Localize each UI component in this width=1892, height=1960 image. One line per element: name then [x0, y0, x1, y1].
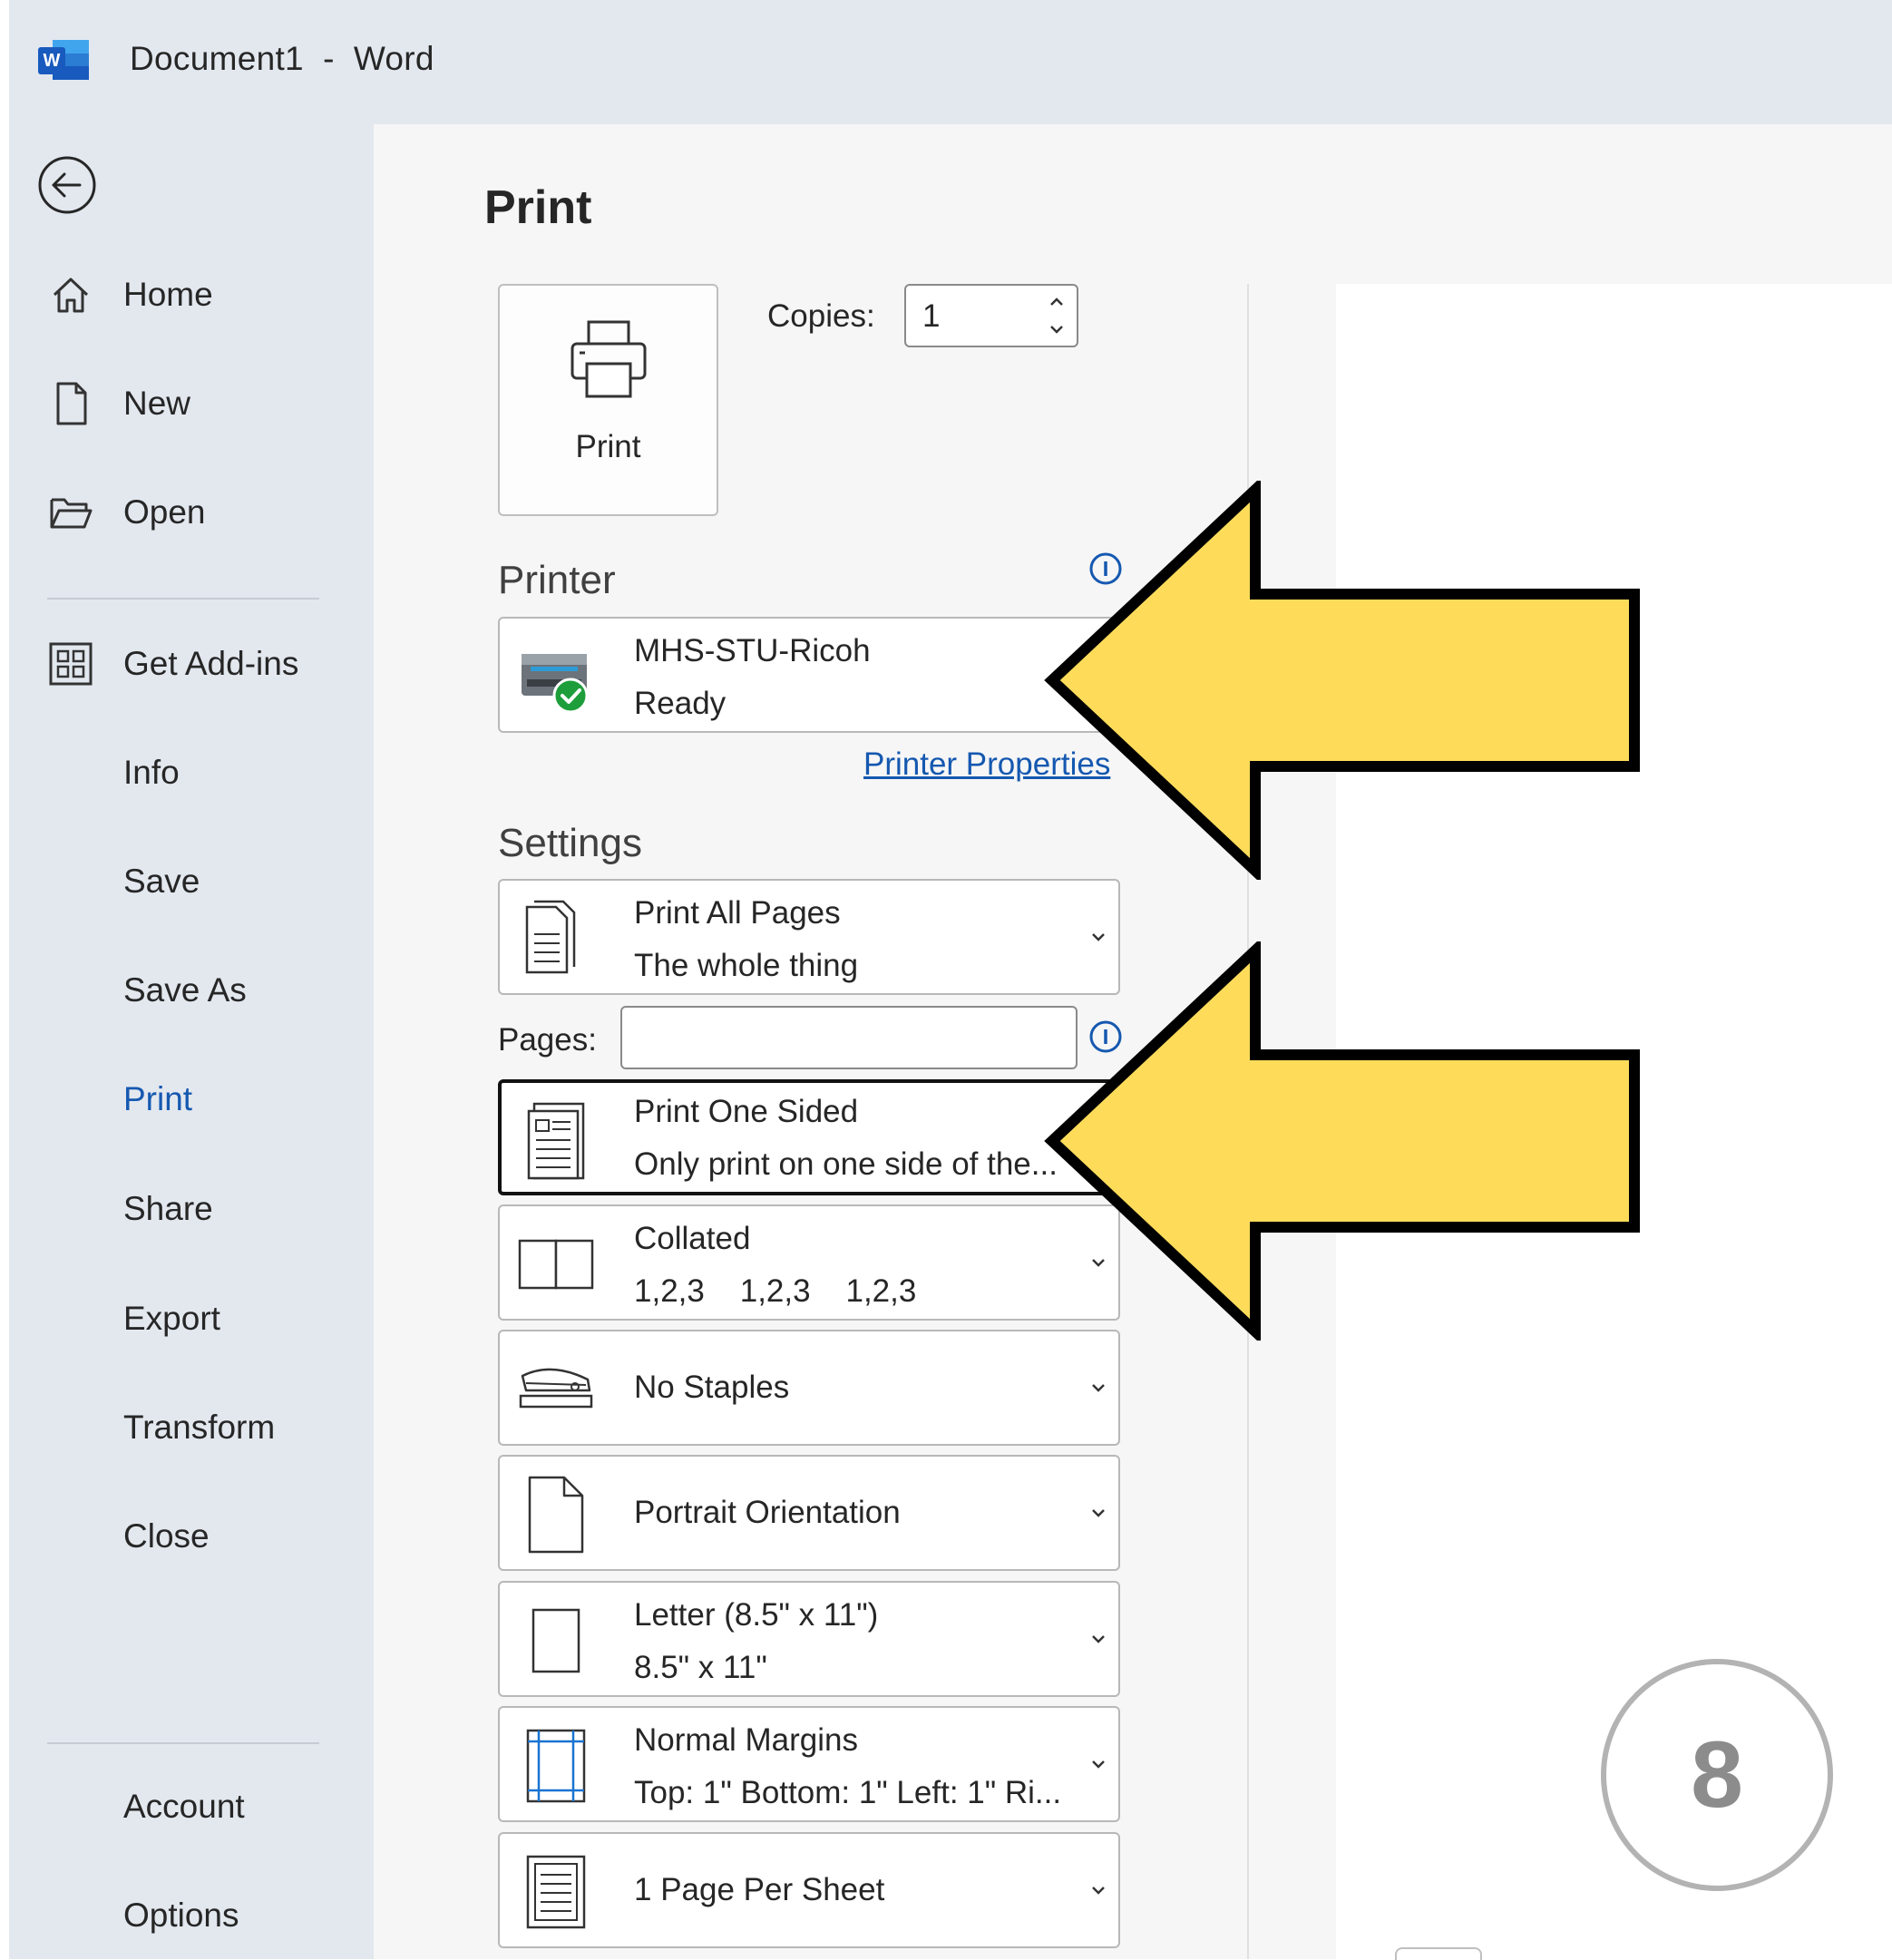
nav-account[interactable]: Account — [45, 1775, 354, 1838]
step-number-badge: 8 — [1601, 1659, 1833, 1891]
nav-share-label: Share — [123, 1190, 213, 1227]
collation-main: Collated — [634, 1221, 751, 1256]
print-button-label: Print — [575, 429, 641, 464]
copies-stepper[interactable]: 1 — [904, 284, 1078, 347]
folder-open-icon — [45, 487, 96, 538]
copies-label: Copies: — [767, 298, 875, 334]
title-bar: W Document1 - Word — [9, 0, 1892, 124]
nav-transform-label: Transform — [123, 1409, 276, 1446]
chevron-down-icon — [1092, 1635, 1105, 1643]
printer-dropdown[interactable]: MHS-STU-Ricoh Ready — [498, 617, 1120, 733]
nav-save-label: Save — [123, 863, 200, 900]
portrait-icon — [511, 1469, 601, 1560]
collation-dropdown[interactable]: Collated 1,2,3 1,2,3 1,2,3 — [498, 1204, 1120, 1321]
print-button[interactable]: Print — [498, 284, 718, 516]
nav-get-add-ins-label: Get Add-ins — [123, 645, 299, 682]
collated-icon — [511, 1219, 601, 1310]
pages-per-sheet-dropdown[interactable]: 1 Page Per Sheet — [498, 1832, 1120, 1948]
nav-open[interactable]: Open — [45, 481, 354, 544]
paper-size-icon — [511, 1595, 601, 1686]
nav-new[interactable]: New — [45, 372, 354, 435]
printer-name: MHS-STU-Ricoh — [634, 633, 871, 668]
svg-text:W: W — [44, 51, 61, 71]
orientation-dropdown[interactable]: Portrait Orientation — [498, 1455, 1120, 1571]
nav-info[interactable]: Info — [45, 741, 354, 804]
pages-per-sheet-main: 1 Page Per Sheet — [634, 1872, 885, 1907]
margins-main: Normal Margins — [634, 1722, 858, 1758]
orientation-main: Portrait Orientation — [634, 1495, 901, 1530]
nav-share[interactable]: Share — [45, 1177, 354, 1241]
nav-open-label: Open — [123, 493, 206, 531]
nav-transform[interactable]: Transform — [45, 1396, 354, 1459]
print-range-sub: The whole thing — [634, 948, 859, 983]
preview-page-number-box[interactable] — [1395, 1947, 1482, 1960]
print-range-dropdown[interactable]: Print All Pages The whole thing — [498, 879, 1120, 995]
window-title: Document1 - Word — [130, 40, 434, 77]
paper-size-dropdown[interactable]: Letter (8.5" x 11") 8.5" x 11" — [498, 1581, 1120, 1697]
nav-save-as-label: Save As — [123, 971, 247, 1009]
chevron-up-icon[interactable] — [1046, 291, 1068, 313]
pages-label: Pages: — [498, 1022, 597, 1058]
pages-input[interactable] — [620, 1006, 1078, 1069]
printer-section-label: Printer — [498, 558, 616, 602]
nav-save-as[interactable]: Save As — [45, 959, 354, 1022]
nav-home-label: Home — [123, 276, 213, 313]
one-sided-icon — [512, 1096, 603, 1186]
nav-options[interactable]: Options — [45, 1884, 354, 1947]
page-per-sheet-icon — [511, 1847, 601, 1937]
nav-close[interactable]: Close — [45, 1505, 354, 1568]
copies-value: 1 — [922, 298, 941, 334]
nav-info-label: Info — [123, 754, 180, 791]
window-edge — [0, 0, 9, 1959]
chevron-down-icon — [1092, 1760, 1105, 1769]
margins-icon — [511, 1721, 601, 1811]
nav-home[interactable]: Home — [45, 263, 354, 327]
margins-sub: Top: 1" Bottom: 1" Left: 1" Ri... — [634, 1775, 1062, 1810]
sides-sub: Only print on one side of the... — [634, 1146, 1058, 1182]
nav-print[interactable]: Print — [45, 1068, 354, 1131]
settings-section-label: Settings — [498, 821, 642, 865]
paper-size-sub: 8.5" x 11" — [634, 1650, 767, 1685]
nav-export[interactable]: Export — [45, 1287, 354, 1351]
annotation-arrow-sides — [1044, 941, 1640, 1341]
print-range-main: Print All Pages — [634, 895, 841, 931]
chevron-down-icon — [1092, 1509, 1105, 1517]
printer-icon — [571, 320, 647, 398]
chevron-down-icon[interactable] — [1046, 318, 1068, 340]
margins-dropdown[interactable]: Normal Margins Top: 1" Bottom: 1" Left: … — [498, 1706, 1120, 1822]
collation-sub: 1,2,3 1,2,3 1,2,3 — [634, 1273, 917, 1309]
nav-account-label: Account — [123, 1788, 245, 1825]
staples-dropdown[interactable]: No Staples — [498, 1330, 1120, 1446]
sides-main: Print One Sided — [634, 1094, 859, 1129]
annotation-arrow-printer — [1044, 481, 1640, 880]
page-title: Print — [484, 181, 592, 234]
nav-separator — [47, 1742, 319, 1744]
paper-size-main: Letter (8.5" x 11") — [634, 1597, 879, 1633]
back-arrow-icon[interactable] — [36, 154, 98, 216]
nav-new-label: New — [123, 385, 191, 422]
staples-main: No Staples — [634, 1370, 790, 1405]
printer-status: Ready — [634, 686, 727, 721]
stapler-icon — [511, 1344, 601, 1435]
chevron-down-icon — [1092, 1887, 1105, 1895]
printer-ready-icon — [511, 631, 601, 722]
grid-addins-icon — [45, 639, 96, 689]
nav-close-label: Close — [123, 1517, 210, 1555]
nav-print-label: Print — [123, 1080, 193, 1117]
word-logo-icon: W — [38, 40, 89, 80]
nav-separator — [47, 598, 319, 600]
pages-icon — [511, 893, 601, 984]
nav-save[interactable]: Save — [45, 850, 354, 913]
nav-get-add-ins[interactable]: Get Add-ins — [45, 632, 354, 696]
nav-export-label: Export — [123, 1300, 220, 1337]
backstage-nav: Home New Open Get Add-ins Info Save Save… — [9, 124, 374, 1959]
sides-dropdown[interactable]: Print One Sided Only print on one side o… — [498, 1079, 1120, 1195]
home-icon — [45, 269, 96, 320]
new-document-icon — [45, 378, 96, 429]
nav-options-label: Options — [123, 1897, 239, 1934]
chevron-down-icon — [1092, 1384, 1105, 1392]
